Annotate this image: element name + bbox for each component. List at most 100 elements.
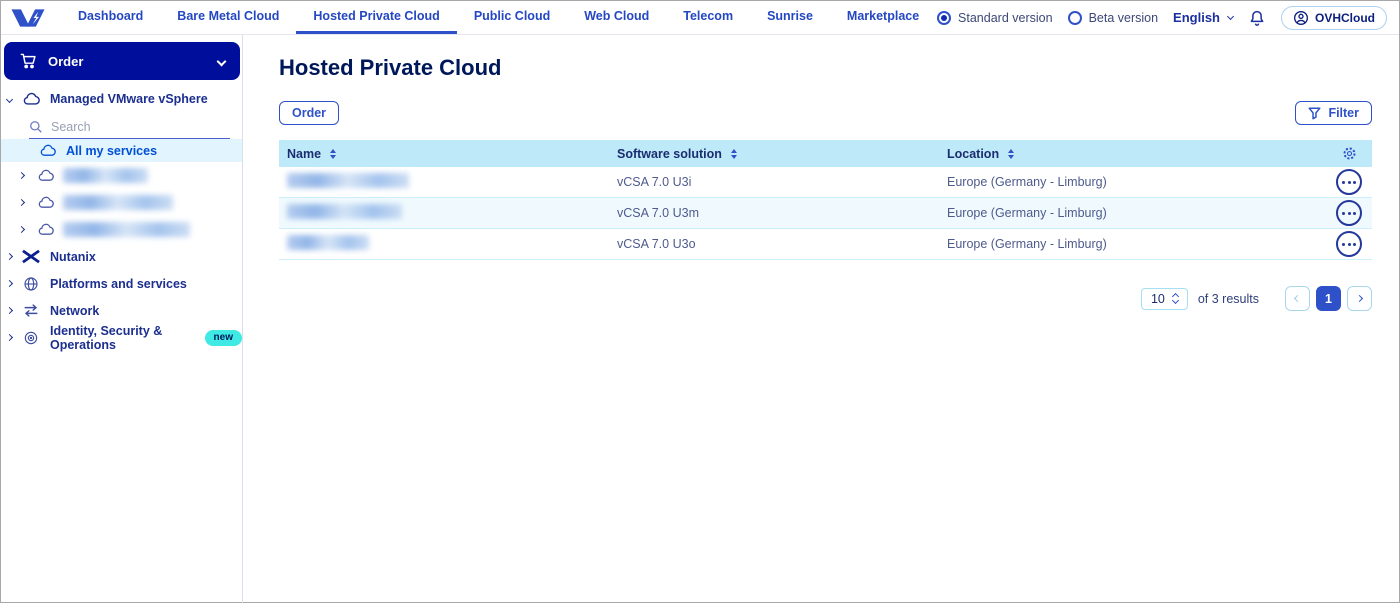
user-icon [1293, 10, 1309, 26]
sidebar-item-label: Nutanix [50, 250, 96, 264]
sidebar-item-redacted-service[interactable] [1, 189, 242, 216]
sidebar-item-platforms-and-services[interactable]: Platforms and services [1, 270, 242, 297]
sidebar-item-all-my-services[interactable]: All my services [1, 139, 242, 162]
table-row: vCSA 7.0 U3oEurope (Germany - Limburg) [279, 229, 1372, 260]
sidebar-search-input[interactable] [51, 120, 211, 134]
identity-icon [22, 330, 40, 346]
toolbar: Order Filter [279, 101, 1372, 125]
row-actions-button[interactable] [1336, 231, 1362, 257]
nav-tab-sunrise[interactable]: Sunrise [750, 1, 830, 34]
next-page-button[interactable] [1347, 286, 1372, 311]
sidebar-item-nutanix[interactable]: Nutanix [1, 243, 242, 270]
service-name-redacted[interactable] [287, 173, 617, 191]
column-header-software-solution[interactable]: Software solution [617, 147, 947, 161]
chevron-right-icon [18, 172, 25, 179]
topbar-controls: Standard version Beta version English OV… [937, 1, 1387, 34]
language-selector[interactable]: English [1173, 10, 1233, 25]
account-menu-button[interactable]: OVHCloud [1281, 6, 1387, 30]
sidebar-order-button[interactable]: Order [4, 42, 240, 80]
standard-version-radio[interactable]: Standard version [937, 11, 1053, 25]
sidebar-item-network[interactable]: Network [1, 297, 242, 324]
redacted-text [287, 173, 409, 188]
search-icon [29, 120, 43, 134]
network-icon [22, 304, 40, 317]
page-title: Hosted Private Cloud [279, 55, 1372, 81]
table-settings-button[interactable] [1326, 146, 1372, 161]
table-header-row: NameSoftware solution Location [279, 140, 1372, 167]
location-cell: Europe (Germany - Limburg) [947, 237, 1326, 251]
ovhcloud-logo[interactable] [9, 1, 47, 34]
previous-page-button[interactable] [1285, 286, 1310, 311]
new-badge: new [205, 330, 242, 346]
chevron-down-icon [1227, 12, 1234, 19]
chevron-right-icon [1356, 295, 1363, 302]
chevron-right-icon [6, 280, 13, 287]
location-cell: Europe (Germany - Limburg) [947, 175, 1326, 189]
service-name-redacted[interactable] [287, 235, 617, 253]
vsphere-section-label: Managed VMware vSphere [50, 92, 208, 106]
sidebar-item-identity-security-operations[interactable]: Identity, Security & Operations new [1, 324, 242, 351]
redacted-text [63, 195, 173, 210]
globe-icon [22, 276, 40, 292]
software-solution-cell: vCSA 7.0 U3m [617, 206, 947, 220]
cart-icon [19, 53, 37, 69]
results-count-label: of 3 results [1198, 292, 1259, 306]
row-actions-button[interactable] [1336, 169, 1362, 195]
table-row: vCSA 7.0 U3mEurope (Germany - Limburg) [279, 198, 1372, 229]
beta-version-radio[interactable]: Beta version [1068, 11, 1158, 25]
sidebar-item-redacted-service[interactable] [1, 216, 242, 243]
order-button-label: Order [292, 106, 326, 120]
sidebar-redacted-services [1, 162, 242, 243]
notifications-bell-button[interactable] [1248, 9, 1266, 27]
service-name-redacted[interactable] [287, 204, 617, 222]
cloud-icon [39, 144, 57, 157]
sidebar-item-redacted-service[interactable] [1, 162, 242, 189]
column-label: Software solution [617, 147, 722, 161]
nutanix-icon [22, 249, 40, 264]
sidebar: Order Managed VMware vSphere [1, 35, 243, 603]
primary-nav-tabs: DashboardBare Metal CloudHosted Private … [61, 1, 936, 34]
column-header-location[interactable]: Location [947, 147, 1326, 161]
chevron-right-icon [18, 226, 25, 233]
sidebar-search [29, 120, 230, 139]
software-solution-cell: vCSA 7.0 U3i [617, 175, 947, 189]
current-page-button[interactable]: 1 [1316, 286, 1341, 311]
sidebar-item-label: Identity, Security & Operations [50, 324, 187, 352]
nav-tab-hosted-private-cloud[interactable]: Hosted Private Cloud [296, 1, 456, 34]
redacted-text [287, 235, 369, 250]
radio-selected-icon [937, 11, 951, 25]
ellipsis-icon [1342, 181, 1345, 184]
gear-icon [1342, 146, 1357, 161]
column-header-name[interactable]: Name [287, 147, 617, 161]
select-updown-icon [1173, 294, 1178, 303]
all-services-label: All my services [66, 144, 157, 158]
order-button-label: Order [48, 54, 83, 69]
row-actions-button[interactable] [1336, 200, 1362, 226]
sidebar-bottom-items: Nutanix Platforms and services NetworkIden… [1, 243, 242, 351]
bell-icon [1248, 9, 1266, 27]
nav-tab-public-cloud[interactable]: Public Cloud [457, 1, 567, 34]
nav-tab-web-cloud[interactable]: Web Cloud [567, 1, 666, 34]
radio-unselected-icon [1068, 11, 1082, 25]
pagination: 10 of 3 results 1 [279, 286, 1372, 311]
cloud-icon [37, 196, 55, 209]
chevron-down-icon [6, 95, 13, 102]
page-size-select[interactable]: 10 [1141, 288, 1188, 310]
software-solution-cell: vCSA 7.0 U3o [617, 237, 947, 251]
ellipsis-icon [1342, 243, 1345, 246]
page-size-value: 10 [1151, 292, 1165, 306]
nav-tab-telecom[interactable]: Telecom [666, 1, 750, 34]
sort-icon [1008, 149, 1014, 159]
sidebar-section-vsphere[interactable]: Managed VMware vSphere [1, 86, 242, 112]
account-label: OVHCloud [1315, 11, 1375, 25]
sidebar-item-label: Platforms and services [50, 277, 187, 291]
nav-tab-dashboard[interactable]: Dashboard [61, 1, 160, 34]
order-button[interactable]: Order [279, 101, 339, 125]
redacted-text [63, 168, 148, 183]
chevron-right-icon [6, 253, 13, 260]
sort-icon [731, 149, 737, 159]
nav-tab-marketplace[interactable]: Marketplace [830, 1, 936, 34]
nav-tab-bare-metal-cloud[interactable]: Bare Metal Cloud [160, 1, 296, 34]
filter-button[interactable]: Filter [1295, 101, 1372, 125]
services-table: NameSoftware solution Location vCSA 7.0 U… [279, 140, 1372, 260]
